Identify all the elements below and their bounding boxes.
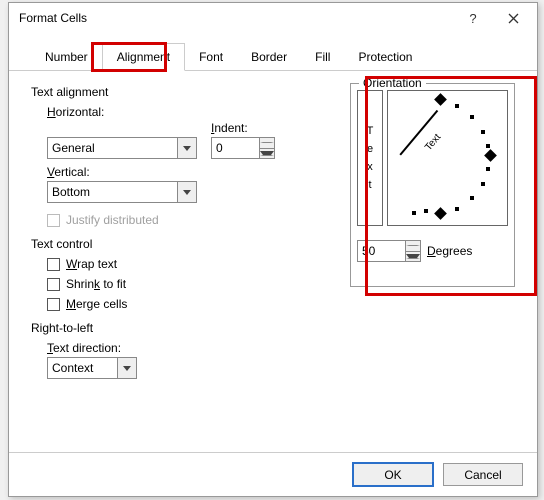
rtl-label: Right-to-left	[31, 321, 350, 335]
left-column: Text alignment Horizontal: Indent:	[31, 81, 350, 379]
vertical-dropdown-button[interactable]	[177, 181, 197, 203]
horizontal-dropdown-button[interactable]	[177, 137, 197, 159]
shrink-label: Shrink to fit	[66, 277, 126, 291]
indent-up-button[interactable]	[260, 138, 274, 149]
triangle-up-icon	[260, 142, 274, 143]
tab-font[interactable]: Font	[185, 44, 237, 70]
triangle-down-icon	[260, 151, 274, 156]
horizontal-value[interactable]	[47, 137, 177, 159]
help-button[interactable]: ?	[453, 4, 493, 32]
text-direction-label: Text direction:	[47, 341, 350, 355]
text-control-label: Text control	[31, 237, 350, 251]
shrink-checkbox[interactable]	[47, 278, 60, 291]
close-button[interactable]	[493, 4, 533, 32]
wrap-text-checkbox[interactable]	[47, 258, 60, 271]
indent-value[interactable]	[211, 137, 259, 159]
highlight-alignment-tab	[91, 42, 167, 72]
merge-label: Merge cells	[66, 297, 127, 311]
dialog-footer: OK Cancel	[9, 452, 537, 496]
text-direction-combo[interactable]	[47, 357, 350, 379]
indent-spinner[interactable]	[211, 137, 275, 159]
justify-distributed-label: Justify distributed	[66, 213, 159, 227]
vertical-value[interactable]	[47, 181, 177, 203]
merge-checkbox[interactable]	[47, 298, 60, 311]
horizontal-label: Horizontal:	[47, 105, 350, 119]
vertical-combo[interactable]	[47, 181, 350, 203]
tab-protection[interactable]: Protection	[344, 44, 426, 70]
chevron-down-icon	[183, 190, 191, 195]
text-direction-value[interactable]	[47, 357, 117, 379]
chevron-down-icon	[183, 146, 191, 151]
highlight-orientation	[365, 76, 537, 296]
cancel-button[interactable]: Cancel	[443, 463, 523, 486]
text-direction-dropdown-button[interactable]	[117, 357, 137, 379]
tab-fill[interactable]: Fill	[301, 44, 344, 70]
titlebar: Format Cells ?	[9, 3, 537, 33]
indent-label: Indent:	[211, 121, 275, 135]
wrap-text-label: Wrap text	[66, 257, 117, 271]
justify-distributed-checkbox	[47, 214, 60, 227]
horizontal-combo[interactable]	[47, 137, 197, 159]
tab-border[interactable]: Border	[237, 44, 301, 70]
vertical-label: Vertical:	[47, 165, 350, 179]
ok-button[interactable]: OK	[353, 463, 433, 486]
indent-down-button[interactable]	[260, 149, 274, 159]
dialog-title: Format Cells	[19, 11, 453, 25]
chevron-down-icon	[123, 366, 131, 371]
close-icon	[508, 13, 519, 24]
format-cells-dialog: Format Cells ? Number Alignment Font Bor…	[8, 2, 538, 497]
tabstrip: Number Alignment Font Border Fill Protec…	[9, 33, 537, 71]
text-alignment-label: Text alignment	[31, 85, 350, 99]
